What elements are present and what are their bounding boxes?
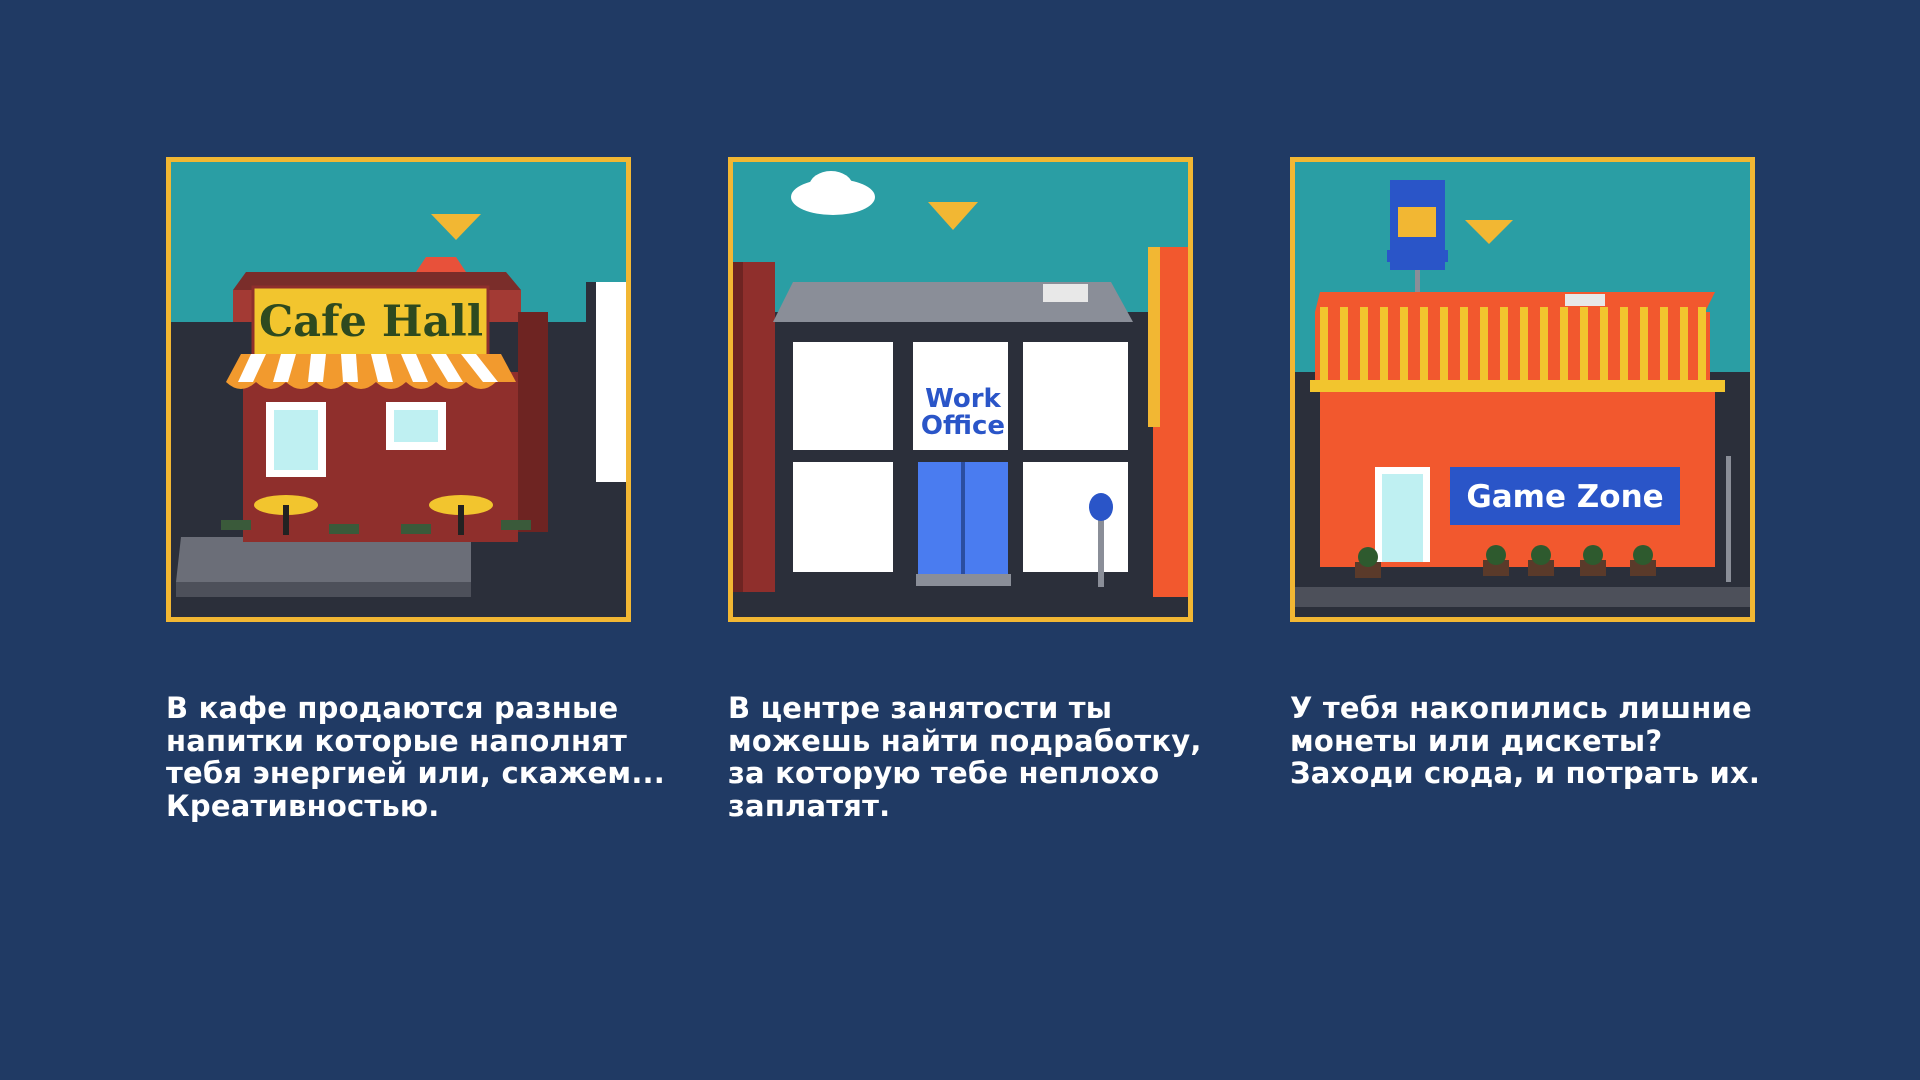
office-illustration: Work Office <box>733 162 1188 617</box>
description-line: Заходи сюда, и потрать их. <box>1290 756 1761 790</box>
card-cafe[interactable]: Cafe Hall В кафе продаются разные напитк… <box>166 157 665 822</box>
office-sign-line1: Work <box>925 384 1001 414</box>
office-illustration-frame[interactable]: Work Office <box>728 157 1193 622</box>
description-line: У тебя накопились лишние <box>1290 691 1752 725</box>
description-line: заплатят. <box>728 788 891 823</box>
office-description: В центре занятости ты можешь найти подра… <box>728 692 1288 822</box>
description-line: можешь найти подработку, <box>728 723 1202 758</box>
description-line: тебя энергией или, скажем... <box>166 756 665 790</box>
cafe-sign: Cafe Hall <box>259 297 483 347</box>
arcade-description: У тебя накопились лишние монеты или диск… <box>1290 692 1850 790</box>
cafe-illustration: Cafe Hall <box>171 162 626 617</box>
description-line: напитки которые наполнят <box>166 723 628 758</box>
cafe-description: В кафе продаются разные напитки которые … <box>166 692 726 822</box>
description-line: Креативностью. <box>166 788 440 823</box>
card-arcade[interactable]: Game Zone У тебя накопились лишние монет… <box>1290 157 1760 789</box>
description-line: В кафе продаются разные <box>166 691 619 725</box>
card-office[interactable]: Work Office В центре занятости ты можешь… <box>728 157 1201 822</box>
cafe-illustration-frame[interactable]: Cafe Hall <box>166 157 631 622</box>
arcade-illustration: Game Zone <box>1295 162 1750 617</box>
description-line: монеты или дискеты? <box>1290 723 1663 758</box>
arcade-sign: Game Zone <box>1466 479 1663 515</box>
description-line: В центре занятости ты <box>728 691 1113 725</box>
office-sign-line2: Office <box>921 411 1005 441</box>
description-line: за которую тебе неплохо <box>728 756 1160 790</box>
arcade-illustration-frame[interactable]: Game Zone <box>1290 157 1755 622</box>
